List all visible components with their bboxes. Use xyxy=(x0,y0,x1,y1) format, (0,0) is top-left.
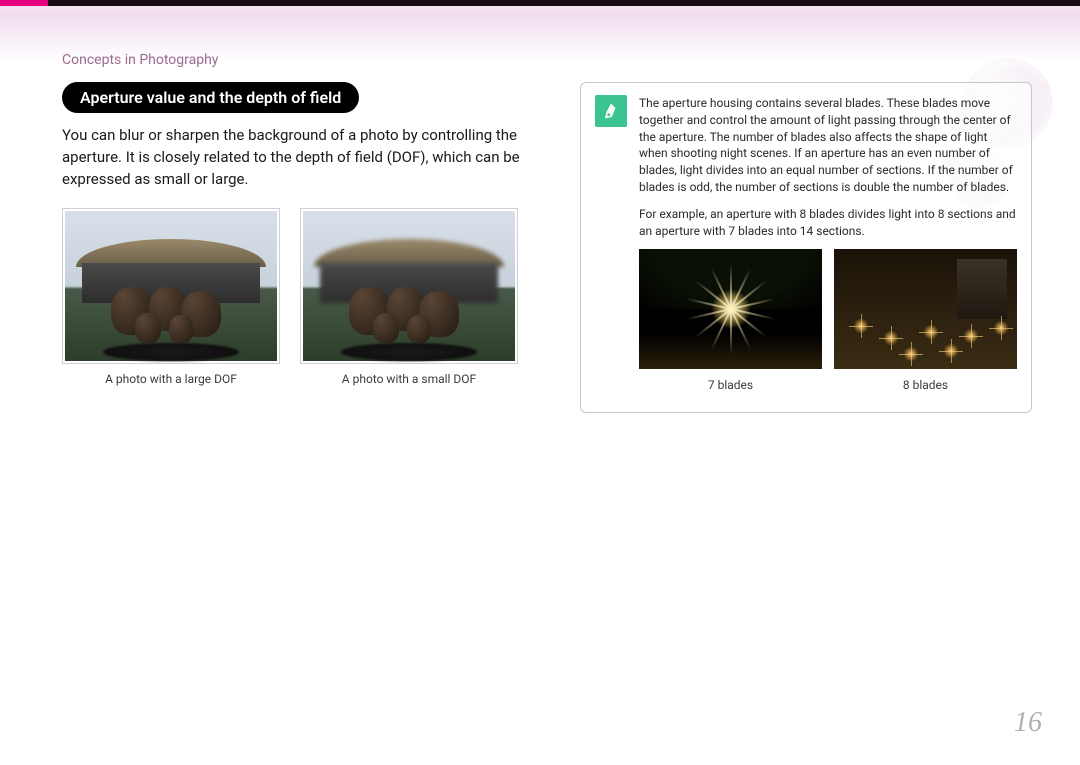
night-frame xyxy=(834,249,1017,369)
info-callout-box: The aperture housing contains several bl… xyxy=(580,82,1032,413)
night-photo-row: 7 blades xyxy=(639,249,1017,394)
section-heading: Aperture value and the depth of field xyxy=(62,82,359,113)
pen-nib-icon xyxy=(595,95,627,127)
example-photo-row: A photo with a large DOF A photo with a … xyxy=(62,208,552,386)
info-paragraph-2: For example, an aperture with 8 blades d… xyxy=(639,206,1017,240)
night-caption: 7 blades xyxy=(639,377,822,394)
page-number: 16 xyxy=(1014,707,1042,739)
photo-small-dof: A photo with a small DOF xyxy=(300,208,518,386)
night-photo-7-blades: 7 blades xyxy=(639,249,822,394)
info-paragraph-1: The aperture housing contains several bl… xyxy=(639,95,1017,196)
photo-frame xyxy=(62,208,280,364)
night-photo-8-blades: 8 blades xyxy=(834,249,1017,394)
top-accent-magenta xyxy=(0,0,48,6)
photo-large-dof: A photo with a large DOF xyxy=(62,208,280,386)
body-paragraph: You can blur or sharpen the background o… xyxy=(62,125,552,190)
photo-caption: A photo with a small DOF xyxy=(300,372,518,386)
photo-frame xyxy=(300,208,518,364)
page-content: Aperture value and the depth of field Yo… xyxy=(62,82,1032,413)
night-caption: 8 blades xyxy=(834,377,1017,394)
right-column: The aperture housing contains several bl… xyxy=(580,82,1032,413)
night-frame xyxy=(639,249,822,369)
photo-caption: A photo with a large DOF xyxy=(62,372,280,386)
breadcrumb: Concepts in Photography xyxy=(62,52,218,68)
info-content: The aperture housing contains several bl… xyxy=(639,95,1017,394)
top-bar xyxy=(0,0,1080,6)
left-column: Aperture value and the depth of field Yo… xyxy=(62,82,552,413)
